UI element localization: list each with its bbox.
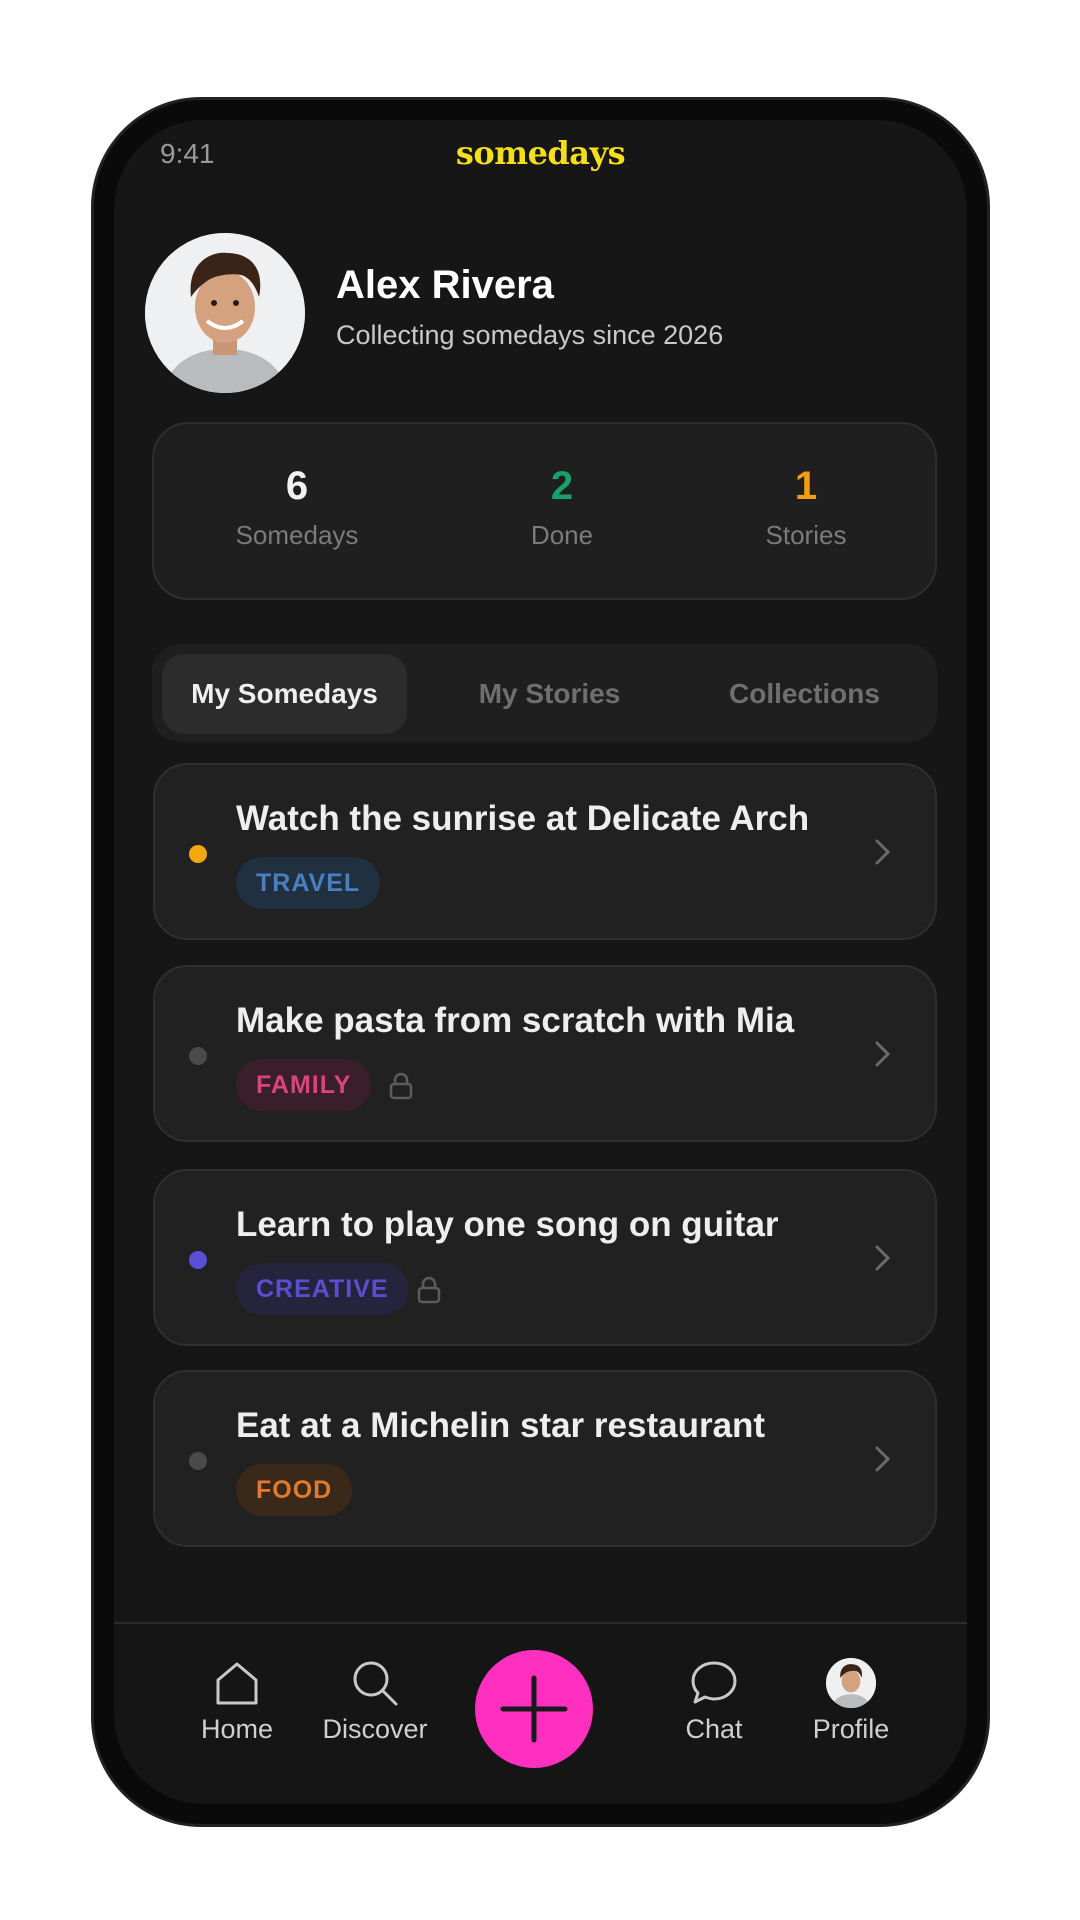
nav-chat[interactable]: Chat bbox=[649, 1658, 779, 1745]
avatar-photo bbox=[826, 1658, 876, 1708]
tab-bar: My Somedays My Stories Collections bbox=[152, 644, 937, 742]
stat-done[interactable]: 2 Done bbox=[462, 464, 662, 551]
stat-stories[interactable]: 1 Stories bbox=[706, 464, 906, 551]
search-icon bbox=[353, 1661, 398, 1706]
stat-label: Done bbox=[530, 520, 594, 550]
chevron-right-icon bbox=[875, 1446, 891, 1472]
stats-card: 6 Somedays 2 Done 1 Stories bbox=[152, 422, 937, 600]
bottom-nav: Home Discover Chat Profile bbox=[114, 1622, 967, 1804]
category-tag: TRAVEL bbox=[236, 857, 381, 909]
phone-frame: 9:41 somedays Alex Rivera Collecting som… bbox=[91, 97, 990, 1827]
home-icon bbox=[216, 1662, 258, 1705]
nav-profile[interactable]: Profile bbox=[786, 1658, 916, 1745]
stat-somedays[interactable]: 6 Somedays bbox=[197, 464, 397, 551]
item-title: Eat at a Michelin star restaurant bbox=[236, 1406, 766, 1445]
category-tag: FAMILY bbox=[236, 1059, 372, 1111]
stat-value: 6 bbox=[285, 464, 309, 508]
nav-label: Discover bbox=[322, 1714, 428, 1744]
chevron-right-icon bbox=[875, 839, 891, 865]
status-dot bbox=[189, 1251, 207, 1269]
tab-collections[interactable]: Collections bbox=[682, 654, 927, 734]
lock-icon bbox=[417, 1276, 441, 1304]
category-tag: FOOD bbox=[236, 1464, 353, 1516]
nav-label: Profile bbox=[812, 1714, 890, 1744]
nav-label: Chat bbox=[685, 1714, 743, 1744]
status-dot bbox=[189, 845, 207, 863]
profile-avatar[interactable] bbox=[145, 233, 305, 393]
stat-label: Somedays bbox=[235, 520, 359, 550]
list-item[interactable]: Learn to play one song on guitar CREATIV… bbox=[153, 1169, 937, 1346]
lock-icon bbox=[389, 1072, 413, 1100]
chevron-right-icon bbox=[875, 1041, 891, 1067]
item-title: Learn to play one song on guitar bbox=[236, 1205, 779, 1244]
nav-label: Home bbox=[200, 1714, 274, 1744]
stat-value: 1 bbox=[794, 464, 818, 508]
nav-discover[interactable]: Discover bbox=[310, 1658, 440, 1745]
stat-value: 2 bbox=[550, 464, 574, 508]
status-dot bbox=[189, 1047, 207, 1065]
tab-my-somedays[interactable]: My Somedays bbox=[162, 654, 407, 734]
category-tag: CREATIVE bbox=[236, 1263, 409, 1315]
nav-home[interactable]: Home bbox=[172, 1658, 302, 1745]
avatar-photo bbox=[145, 233, 305, 393]
add-someday-button[interactable] bbox=[475, 1650, 593, 1768]
tab-my-stories[interactable]: My Stories bbox=[427, 654, 672, 734]
app-screen: 9:41 somedays Alex Rivera Collecting som… bbox=[114, 120, 967, 1804]
brand-logo: somedays bbox=[455, 134, 626, 172]
plus-icon bbox=[500, 1675, 568, 1743]
profile-subtitle: Collecting somedays since 2026 bbox=[336, 320, 724, 350]
item-title: Watch the sunrise at Delicate Arch bbox=[236, 799, 810, 838]
list-item[interactable]: Eat at a Michelin star restaurant FOOD bbox=[153, 1370, 937, 1547]
chevron-right-icon bbox=[875, 1245, 891, 1271]
status-dot bbox=[189, 1452, 207, 1470]
nav-avatar bbox=[826, 1658, 876, 1708]
stat-label: Stories bbox=[765, 520, 847, 550]
profile-name: Alex Rivera bbox=[336, 263, 554, 307]
chat-bubble-icon bbox=[691, 1661, 737, 1704]
item-title: Make pasta from scratch with Mia bbox=[236, 1001, 795, 1040]
list-item[interactable]: Make pasta from scratch with Mia FAMILY bbox=[153, 965, 937, 1142]
list-item[interactable]: Watch the sunrise at Delicate Arch TRAVE… bbox=[153, 763, 937, 940]
